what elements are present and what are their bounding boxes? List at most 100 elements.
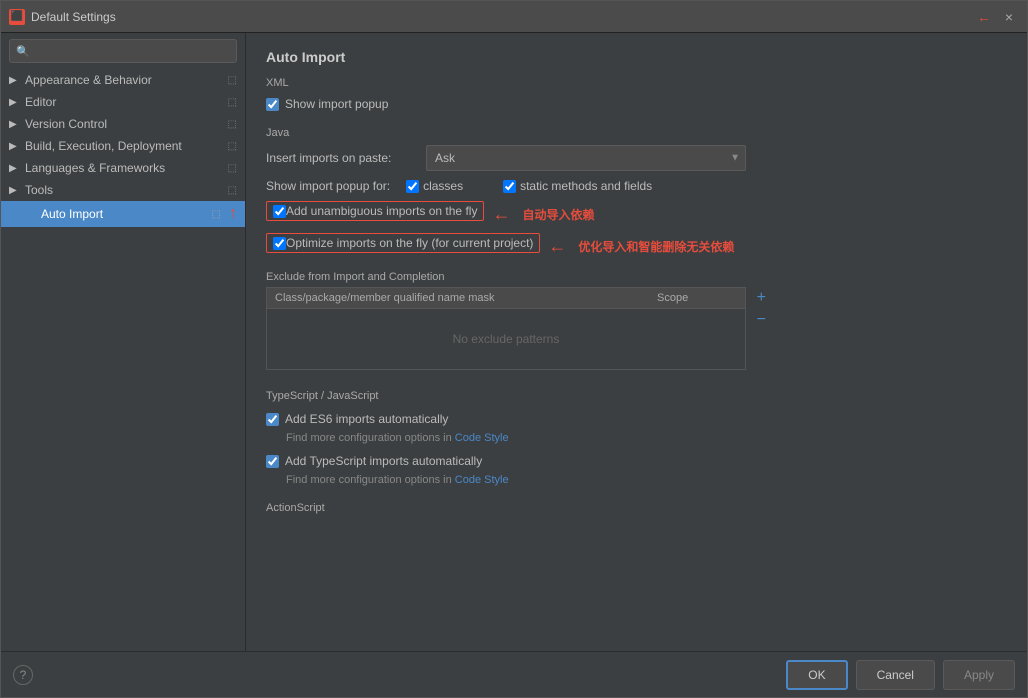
table-col-scope: Scope xyxy=(657,292,737,304)
optimize-imports-label: Optimize imports on the fly (for current… xyxy=(286,236,533,250)
sidebar: 🔍 ▶ Appearance & Behavior ⬚ ▶ Editor ⬚ ▶… xyxy=(1,33,246,651)
app-icon: ⬛ xyxy=(9,9,25,25)
ts-label: TypeScript / JavaScript xyxy=(266,390,1007,402)
sidebar-icon-right: ⬚ xyxy=(228,97,237,108)
table-header: Class/package/member qualified name mask… xyxy=(267,288,745,309)
optimize-imports-row: Optimize imports on the fly (for current… xyxy=(266,233,1007,259)
static-methods-checkbox[interactable] xyxy=(503,180,516,193)
window-title: Default Settings xyxy=(31,10,977,24)
insert-imports-row: Insert imports on paste: Ask Always Neve… xyxy=(266,145,1007,171)
exclude-table: Class/package/member qualified name mask… xyxy=(266,287,746,370)
arrow-icon: ▶ xyxy=(9,163,21,174)
arrow-icon: ▶ xyxy=(9,119,21,130)
exclude-section: Exclude from Import and Completion Class… xyxy=(266,271,1007,370)
find-more-es6-prefix: Find more configuration options in xyxy=(286,432,455,444)
find-more-ts-prefix: Find more configuration options in xyxy=(286,474,455,486)
code-style-link-1[interactable]: Code Style xyxy=(455,432,509,444)
sidebar-item-label: Version Control xyxy=(25,117,228,131)
insert-imports-label: Insert imports on paste: xyxy=(266,151,426,165)
add-unambiguous-checkbox[interactable] xyxy=(273,205,286,218)
sidebar-item-tools[interactable]: ▶ Tools ⬚ xyxy=(1,179,245,201)
search-box[interactable]: 🔍 xyxy=(9,39,237,63)
search-input[interactable] xyxy=(34,44,230,58)
sidebar-icon-right: ⬚ xyxy=(228,75,237,86)
sidebar-icon-right: ⬚ xyxy=(228,141,237,152)
main-content: Auto Import XML Show import popup Java I… xyxy=(246,33,1027,651)
insert-imports-select[interactable]: Ask Always Never xyxy=(426,145,746,171)
content-area: 🔍 ▶ Appearance & Behavior ⬚ ▶ Editor ⬚ ▶… xyxy=(1,33,1027,651)
ts-section: TypeScript / JavaScript Add ES6 imports … xyxy=(266,390,1007,486)
arrow-icon: ▶ xyxy=(9,97,21,108)
show-popup-label: Show import popup for: xyxy=(266,179,390,193)
show-popup-row: Show import popup for: classes static me… xyxy=(266,179,1007,193)
find-more-es6-text: Find more configuration options in Code … xyxy=(286,432,1007,444)
title-arrow-icon: ← xyxy=(977,9,991,25)
arrow-icon: ▶ xyxy=(9,185,21,196)
sidebar-item-label: Editor xyxy=(25,95,228,109)
cancel-button[interactable]: Cancel xyxy=(856,660,935,690)
add-unambiguous-annotation: 自动导入依赖 xyxy=(522,206,594,223)
sidebar-icon-right: ⬚ xyxy=(212,209,221,220)
sidebar-item-label: Tools xyxy=(25,183,228,197)
add-typescript-label: Add TypeScript imports automatically xyxy=(285,454,482,468)
table-side-buttons: + − xyxy=(755,287,768,331)
xml-show-import-popup-checkbox[interactable] xyxy=(266,98,279,111)
arrow-icon: ▶ xyxy=(9,75,21,86)
code-style-link-2[interactable]: Code Style xyxy=(455,474,509,486)
remove-exclude-button[interactable]: − xyxy=(755,309,768,331)
optimize-imports-checkbox[interactable] xyxy=(273,237,286,250)
add-es6-checkbox[interactable] xyxy=(266,413,279,426)
nav-annotation-arrow: ↑ xyxy=(229,205,237,223)
add-unambiguous-row: Add unambiguous imports on the fly ← 自动导… xyxy=(266,201,1007,227)
sidebar-icon-right: ⬚ xyxy=(228,163,237,174)
sidebar-item-appearance[interactable]: ▶ Appearance & Behavior ⬚ xyxy=(1,69,245,91)
sidebar-item-label: Auto Import xyxy=(41,207,212,221)
optimize-imports-annotation: 优化导入和智能删除无关依赖 xyxy=(578,238,734,255)
help-button[interactable]: ? xyxy=(13,665,33,685)
bottom-buttons: OK Cancel Apply xyxy=(786,660,1015,690)
sidebar-item-languages[interactable]: ▶ Languages & Frameworks ⬚ xyxy=(1,157,245,179)
table-body: No exclude patterns xyxy=(267,309,745,369)
table-col-name: Class/package/member qualified name mask xyxy=(275,292,657,304)
sidebar-item-label: Appearance & Behavior xyxy=(25,73,228,87)
table-empty-text: No exclude patterns xyxy=(453,332,560,346)
close-button[interactable]: × xyxy=(999,7,1019,27)
ok-button[interactable]: OK xyxy=(786,660,847,690)
add-unambiguous-arrow: ← xyxy=(492,204,510,225)
bottom-bar: ? OK Cancel Apply xyxy=(1,651,1027,697)
apply-button[interactable]: Apply xyxy=(943,660,1015,690)
java-label: Java xyxy=(266,127,1007,139)
xml-show-import-popup-row: Show import popup xyxy=(266,95,1007,113)
search-icon: 🔍 xyxy=(16,45,30,58)
sidebar-item-editor[interactable]: ▶ Editor ⬚ xyxy=(1,91,245,113)
exclude-label: Exclude from Import and Completion xyxy=(266,271,1007,283)
find-more-ts-text: Find more configuration options in Code … xyxy=(286,474,1007,486)
sidebar-item-auto-import[interactable]: ▶ Auto Import ⬚ ↑ xyxy=(1,201,245,227)
title-bar: ⬛ Default Settings ← × xyxy=(1,1,1027,33)
optimize-imports-arrow: ← xyxy=(548,236,566,257)
static-methods-label: static methods and fields xyxy=(520,179,652,193)
dialog-window: ⬛ Default Settings ← × 🔍 ▶ Appearance & … xyxy=(0,0,1028,698)
add-typescript-checkbox[interactable] xyxy=(266,455,279,468)
sidebar-item-version-control[interactable]: ▶ Version Control ⬚ xyxy=(1,113,245,135)
sidebar-item-label: Build, Execution, Deployment xyxy=(25,139,228,153)
section-title: Auto Import xyxy=(266,49,1007,65)
add-typescript-row: Add TypeScript imports automatically xyxy=(266,452,1007,470)
nav-items: ▶ Appearance & Behavior ⬚ ▶ Editor ⬚ ▶ V… xyxy=(1,69,245,651)
classes-label: classes xyxy=(423,179,463,193)
add-es6-label: Add ES6 imports automatically xyxy=(285,412,448,426)
classes-checkbox[interactable] xyxy=(406,180,419,193)
table-wrapper: Class/package/member qualified name mask… xyxy=(266,287,746,370)
classes-checkbox-label: classes xyxy=(406,179,463,193)
insert-imports-select-wrapper: Ask Always Never xyxy=(426,145,746,171)
xml-show-import-popup-label: Show import popup xyxy=(285,97,388,111)
actionscript-section: ActionScript xyxy=(266,502,1007,514)
sidebar-item-build[interactable]: ▶ Build, Execution, Deployment ⬚ xyxy=(1,135,245,157)
add-unambiguous-label: Add unambiguous imports on the fly xyxy=(286,204,477,218)
add-exclude-button[interactable]: + xyxy=(755,287,768,309)
sidebar-icon-right: ⬚ xyxy=(228,185,237,196)
sidebar-item-label: Languages & Frameworks xyxy=(25,161,228,175)
actionscript-label: ActionScript xyxy=(266,502,1007,514)
add-unambiguous-highlight: Add unambiguous imports on the fly xyxy=(266,201,484,221)
add-es6-row: Add ES6 imports automatically xyxy=(266,410,1007,428)
